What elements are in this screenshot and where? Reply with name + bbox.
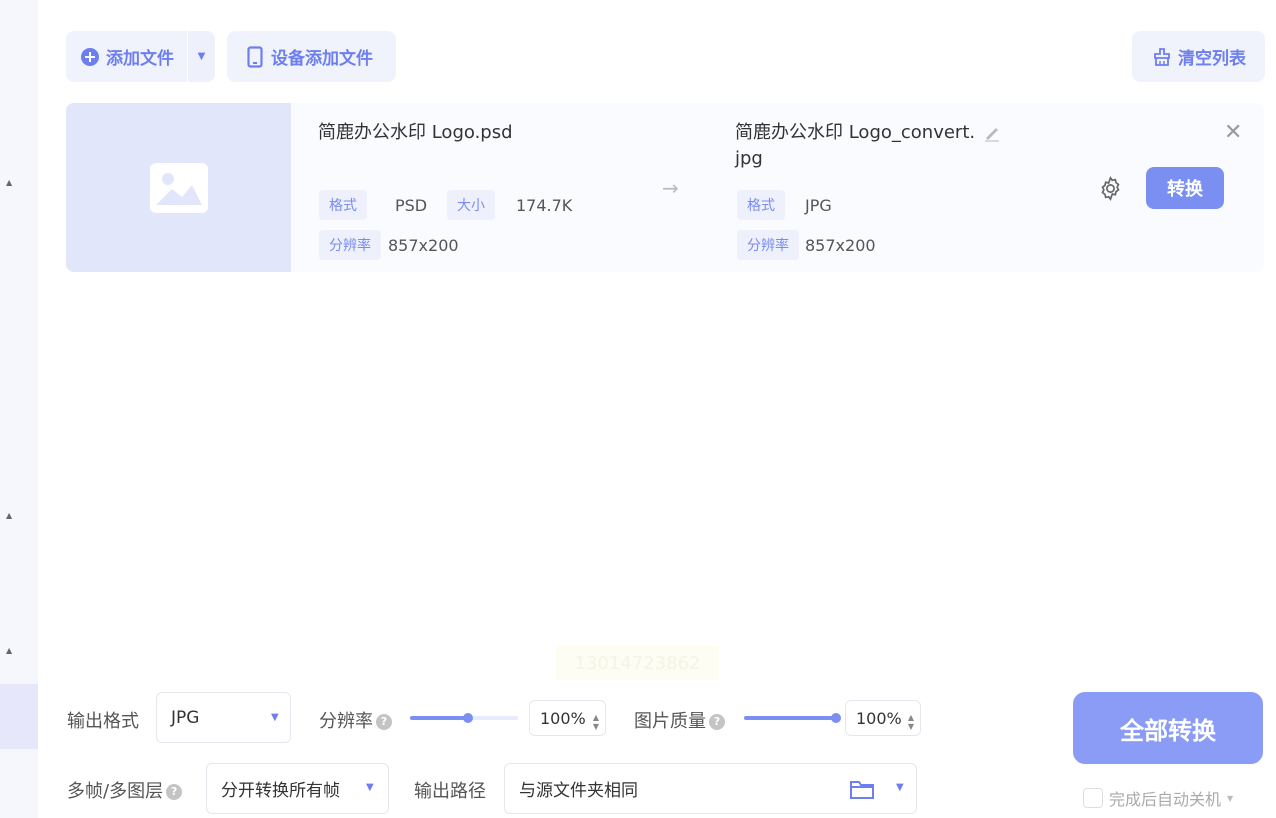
source-format-value: PSD (395, 196, 428, 215)
chevron-down-icon[interactable]: ▼ (1227, 794, 1233, 803)
close-icon[interactable]: ✕ (1224, 120, 1242, 145)
collapse-caret-icon[interactable]: ▲ (6, 646, 12, 655)
multiframe-label-text: 多帧/多图层 (67, 781, 164, 802)
chevron-down-icon: ▼ (197, 51, 206, 62)
collapse-caret-icon[interactable]: ▲ (6, 178, 12, 187)
resolution-label-text: 分辨率 (319, 711, 373, 732)
chevron-down-icon[interactable]: ▼ (366, 782, 374, 793)
sidebar-active-item[interactable] (0, 684, 38, 749)
resolution-slider-handle[interactable] (463, 713, 473, 723)
quality-label: 图片质量? (634, 707, 725, 733)
quality-value: 100% (856, 708, 902, 728)
resolution-label: 分辨率? (319, 707, 392, 733)
target-format-tag: 格式 (737, 190, 785, 220)
gear-icon[interactable] (1097, 175, 1124, 202)
stepper-icon[interactable]: ▲ ▼ (908, 713, 914, 731)
chevron-down-icon[interactable]: ▼ (896, 782, 904, 793)
plus-circle-icon (81, 47, 99, 66)
convert-button[interactable]: 转换 (1146, 167, 1224, 209)
add-file-label: 添加文件 (106, 49, 174, 69)
stepper-icon[interactable]: ▲ ▼ (593, 713, 599, 731)
pencil-icon[interactable] (983, 124, 1001, 142)
source-resolution-value: 857x200 (388, 236, 459, 255)
target-filename-ext: jpg (735, 148, 763, 169)
auto-shutdown-option[interactable]: 完成后自动关机 ▼ (1083, 786, 1233, 810)
folder-icon[interactable] (849, 778, 875, 800)
arrow-right-icon: → (662, 176, 679, 200)
source-resolution-tag: 分辨率 (319, 230, 381, 260)
quality-slider-handle[interactable] (831, 713, 841, 723)
resolution-slider[interactable] (410, 713, 518, 723)
device-add-file-label: 设备添加文件 (271, 49, 373, 69)
phone-icon (247, 45, 263, 68)
multiframe-value: 分开转换所有帧 (221, 781, 340, 801)
collapse-caret-icon[interactable]: ▲ (6, 511, 12, 520)
help-icon[interactable]: ? (709, 714, 725, 730)
add-file-dropdown[interactable]: ▼ (187, 31, 215, 82)
auto-shutdown-checkbox[interactable] (1083, 788, 1103, 808)
output-path-value: 与源文件夹相同 (519, 781, 638, 801)
resolution-input[interactable]: 100% ▲ ▼ (529, 700, 606, 736)
target-format-value: JPG (805, 196, 832, 215)
help-icon[interactable]: ? (166, 784, 183, 800)
clear-list-button[interactable]: 清空列表 (1132, 31, 1265, 82)
device-add-file-button[interactable]: 设备添加文件 (227, 31, 396, 82)
quality-label-text: 图片质量 (634, 711, 706, 732)
multiframe-select[interactable]: 分开转换所有帧 (206, 763, 389, 814)
help-icon[interactable]: ? (376, 714, 392, 730)
chevron-down-icon[interactable]: ▼ (271, 712, 279, 723)
output-format-label: 输出格式 (67, 711, 139, 732)
source-size-value: 174.7K (516, 196, 573, 215)
source-size-tag: 大小 (447, 190, 495, 220)
target-resolution-tag: 分辨率 (737, 230, 799, 260)
add-file-button[interactable]: 添加文件 (66, 31, 187, 82)
image-icon (149, 162, 208, 213)
quality-input[interactable]: 100% ▲ ▼ (845, 700, 921, 736)
target-filename-line1: 简鹿办公水印 Logo_convert. (735, 122, 976, 143)
sidebar: ▲ ▲ ▲ (0, 0, 38, 818)
watermark: 13014723862 (556, 646, 719, 680)
source-format-tag: 格式 (319, 190, 367, 220)
clear-list-label: 清空列表 (1178, 49, 1246, 69)
convert-all-button[interactable]: 全部转换 (1073, 692, 1263, 764)
auto-shutdown-label: 完成后自动关机 (1109, 790, 1222, 809)
output-path-label: 输出路径 (414, 781, 486, 802)
quality-slider-fill (744, 716, 836, 720)
target-resolution-value: 857x200 (805, 236, 876, 255)
resolution-slider-fill (410, 716, 468, 720)
broom-icon (1154, 47, 1170, 66)
quality-slider[interactable] (744, 713, 841, 723)
output-format-value: JPG (171, 707, 200, 728)
multiframe-label: 多帧/多图层? (67, 777, 183, 803)
resolution-value: 100% (540, 708, 586, 728)
file-thumbnail (66, 103, 291, 272)
source-filename: 简鹿办公水印 Logo.psd (318, 122, 513, 143)
target-filename: 简鹿办公水印 Logo_convert. (735, 118, 1001, 144)
